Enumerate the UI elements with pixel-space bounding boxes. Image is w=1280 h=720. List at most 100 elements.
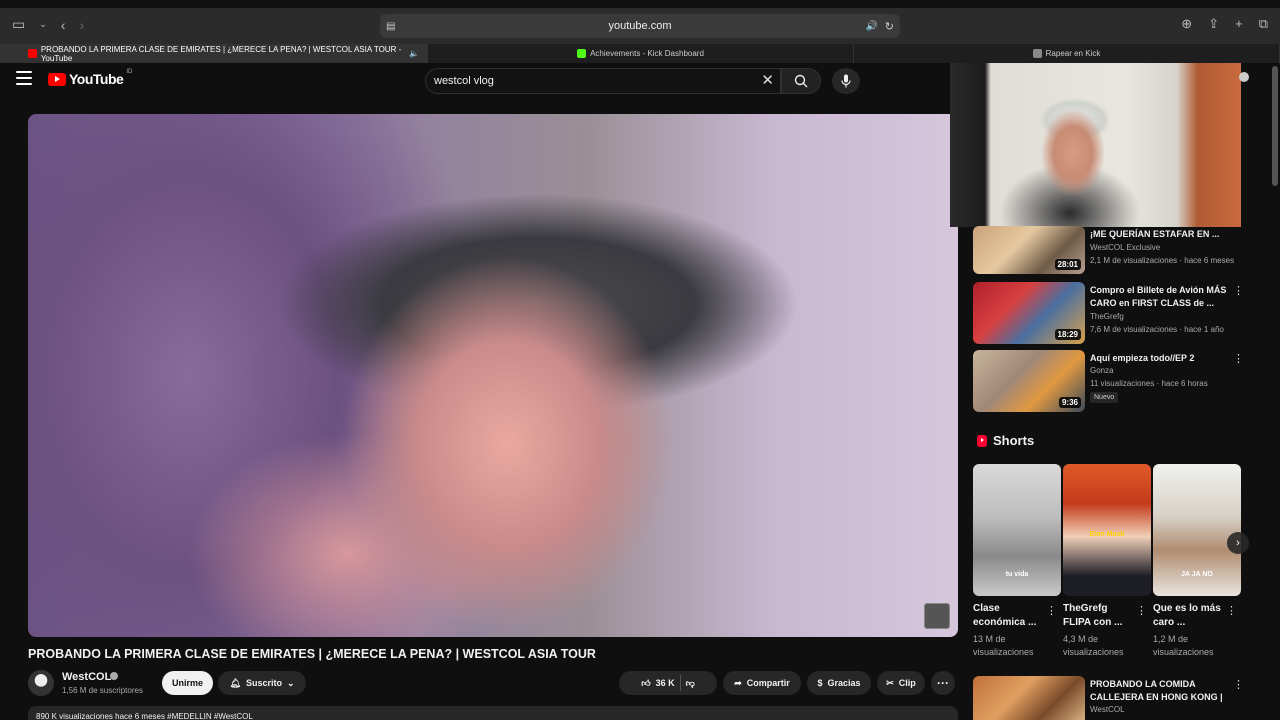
clip-button[interactable]: ✂ Clip [877, 671, 925, 695]
subscribe-label: Suscrito [245, 678, 282, 688]
short-item[interactable]: tu vida Clase económica ... 13 M de visu… [973, 464, 1061, 659]
voice-search-button[interactable] [832, 68, 860, 94]
new-tab-icon[interactable]: + [1235, 16, 1243, 32]
close-icon[interactable]: ✕ [761, 73, 774, 89]
search-input[interactable] [434, 69, 754, 93]
downloads-icon[interactable]: ⊕ [1181, 16, 1192, 32]
short-thumbnail[interactable]: tu vida [973, 464, 1061, 596]
short-caption: tu vida [1005, 571, 1029, 578]
list-item[interactable]: 18:29 Compro el Billete de Avión MÁS CAR… [973, 282, 1263, 346]
tab-rapear-kick[interactable]: Rapear en Kick [854, 44, 1280, 63]
back-icon[interactable]: ‹ [61, 17, 66, 33]
avatar[interactable] [28, 670, 54, 696]
more-options-icon[interactable]: ⋮ [1233, 284, 1244, 297]
country-code: ID [126, 69, 133, 75]
search-button[interactable] [781, 68, 821, 94]
video-thumbnail[interactable] [973, 676, 1085, 720]
short-item[interactable]: JA JA NO Que es lo más caro ... 1,2 M de… [1153, 464, 1241, 659]
site-settings-icon[interactable]: ▤ [386, 21, 395, 32]
rec-meta: 11 visualizaciones · hace 6 horas [1090, 379, 1208, 388]
rec-title: ¡ME QUERÍAN ESTAFAR EN ... [1090, 229, 1220, 239]
youtube-favicon-icon [28, 49, 37, 58]
video-thumbnail[interactable]: 28:01 [973, 226, 1085, 274]
more-options-icon[interactable]: ⋮ [1233, 678, 1244, 691]
description-box[interactable]: 890 K visualizaciones hace 6 meses #MEDE… [28, 706, 958, 720]
address-bar[interactable]: ▤ youtube.com 🔊 ↻ [380, 14, 900, 38]
channel-name[interactable]: WestCOL [62, 671, 111, 683]
youtube-logo[interactable]: YouTube ID [48, 69, 133, 87]
rec-channel: WestCOL Exclusive [1090, 243, 1161, 252]
like-button[interactable]: 👍︎ 36 K [641, 678, 674, 689]
scissors-icon: ✂ [886, 677, 894, 688]
super-thanks-icon: $ [817, 678, 823, 688]
webcam-overlay [950, 63, 1241, 227]
kick-favicon-icon [577, 49, 587, 58]
tab-kick-dashboard[interactable]: Achievements - Kick Dashboard [428, 44, 854, 63]
video-player[interactable] [28, 114, 958, 637]
scrollbar[interactable] [1272, 66, 1278, 186]
join-button[interactable]: Unirme [162, 671, 214, 695]
more-options-icon[interactable]: ⋮ [1226, 604, 1237, 617]
video-thumbnail[interactable]: 9:36 [973, 350, 1085, 412]
tab-audio-icon[interactable]: 🔈 [409, 49, 419, 58]
duration-badge: 28:01 [1054, 259, 1081, 270]
menu-icon[interactable] [16, 71, 32, 85]
short-views: 1,2 M de visualizaciones [1153, 634, 1214, 657]
short-title: Que es lo más caro ... [1153, 603, 1221, 628]
rec-channel: TheGrefg [1090, 312, 1124, 321]
rec-title: Aquí empieza todo//EP 2 [1090, 353, 1195, 363]
share-arrow-icon: ➦ [734, 677, 742, 688]
rec-meta: 2,1 M de visualizaciones · hace 6 meses [1090, 256, 1235, 265]
rec-channel: Gonza [1090, 366, 1114, 375]
channel-row: WestCOL 1,56 M de suscriptores Unirme 🔔︎… [28, 668, 958, 700]
share-button[interactable]: ➦ Compartir [723, 671, 801, 695]
audio-playing-icon[interactable]: 🔊 [866, 21, 878, 32]
divider [679, 675, 681, 691]
short-item[interactable]: Elon Musk TheGrefg FLIPA con ... 4,3 M d… [1063, 464, 1151, 659]
chevron-down-icon[interactable]: ⌄ [39, 19, 47, 30]
channel-watermark-icon[interactable] [924, 603, 950, 629]
shorts-header: Shorts [977, 433, 1034, 448]
video-title: PROBANDO LA PRIMERA CLASE DE EMIRATES | … [28, 647, 596, 661]
short-title: TheGrefg FLIPA con ... [1063, 603, 1123, 628]
youtube-header: YouTube ID ✕ [0, 63, 950, 99]
shorts-title: Shorts [993, 433, 1035, 448]
short-views: 13 M de visualizaciones [973, 634, 1034, 657]
tab-label: PROBANDO LA PRIMERA CLASE DE EMIRATES | … [40, 44, 402, 63]
search-icon [794, 74, 808, 88]
list-item[interactable]: PROBANDO LA COMIDA CALLEJERA EN HONG KON… [973, 676, 1263, 720]
next-arrow-icon[interactable]: › [1227, 532, 1249, 554]
tab-youtube[interactable]: PROBANDO LA PRIMERA CLASE DE EMIRATES | … [0, 44, 428, 63]
bell-icon: 🔔︎ [229, 677, 241, 688]
subscribe-button[interactable]: 🔔︎ Suscrito ⌄ [218, 671, 306, 695]
logo-text: YouTube [69, 71, 124, 87]
sidebar-toggle-icon[interactable]: ▭ [12, 16, 25, 33]
tab-label: Achievements - Kick Dashboard [590, 49, 704, 58]
new-badge: Nuevo [1090, 392, 1119, 403]
more-options-icon[interactable]: ⋮ [1233, 352, 1244, 365]
dislike-button[interactable]: 👎︎ [686, 678, 695, 689]
rec-meta: 7,6 M de visualizaciones · hace 1 año [1090, 325, 1224, 334]
browser-nav: ▭ ⌄ ‹ › [12, 16, 84, 33]
rec-channel: WestCOL [1090, 705, 1125, 714]
thumbs-down-icon: 👎︎ [685, 677, 695, 688]
chevron-down-icon: ⌄ [286, 677, 295, 688]
more-actions-button[interactable]: ··· [931, 671, 955, 695]
more-options-icon[interactable]: ⋮ [1136, 604, 1147, 617]
forward-icon[interactable]: › [79, 17, 84, 33]
short-thumbnail[interactable]: JA JA NO [1153, 464, 1241, 596]
video-thumbnail[interactable]: 18:29 [973, 282, 1085, 344]
more-options-icon[interactable]: ⋮ [1046, 604, 1057, 617]
microphone-icon [841, 74, 851, 88]
reload-icon[interactable]: ↻ [885, 20, 894, 33]
short-thumbnail[interactable]: Elon Musk [1063, 464, 1151, 596]
share-icon[interactable]: ⇪ [1208, 16, 1219, 32]
thanks-button[interactable]: $ Gracias [807, 671, 871, 695]
list-item[interactable]: 9:36 Aquí empieza todo//EP 2 Gonza 11 vi… [973, 350, 1263, 414]
tab-overview-icon[interactable]: ⧉ [1259, 16, 1268, 32]
tab-bar: PROBANDO LA PRIMERA CLASE DE EMIRATES | … [0, 44, 1280, 63]
youtube-play-icon [48, 72, 66, 86]
list-item[interactable]: 28:01 ¡ME QUERÍAN ESTAFAR EN ... WestCOL… [973, 226, 1263, 276]
account-icon[interactable] [1239, 72, 1249, 82]
verified-icon [110, 672, 118, 680]
